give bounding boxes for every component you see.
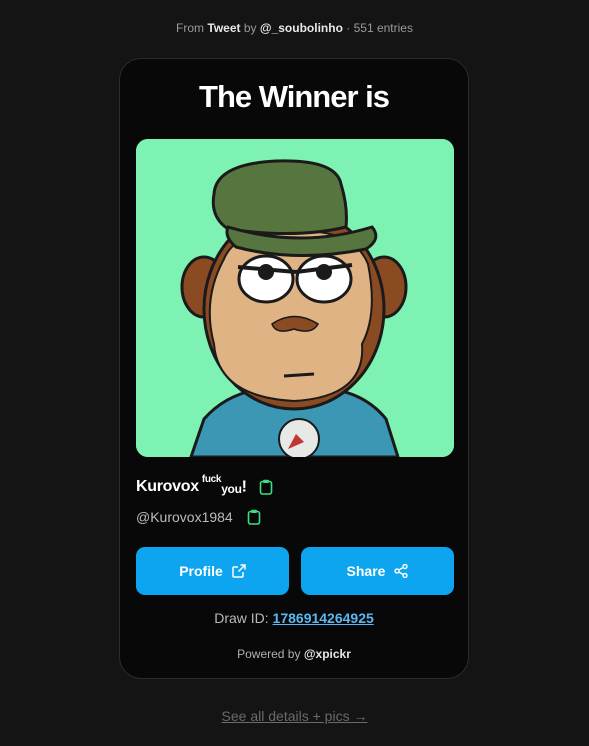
- winner-handle-row: @Kurovox1984: [136, 509, 261, 525]
- source-entries: 551 entries: [353, 21, 413, 35]
- winner-name-sub: you: [221, 482, 242, 497]
- copy-icon: [259, 479, 272, 495]
- winner-display-name: Kurovox: [136, 477, 199, 495]
- profile-button-label: Profile: [179, 563, 223, 579]
- source-tweet-link[interactable]: Tweet: [207, 21, 240, 35]
- winner-handle: @Kurovox1984: [136, 509, 233, 525]
- source-by: by: [243, 21, 257, 35]
- winner-card: The Winner is Kurovox fuckyou! @Kurovox1…: [119, 58, 469, 679]
- source-from: From: [176, 21, 205, 35]
- share-icon: [394, 564, 409, 578]
- share-button[interactable]: Share: [301, 547, 454, 595]
- draw-id-label: Draw ID:: [214, 610, 269, 626]
- draw-id-line: Draw ID: 1786914264925: [120, 610, 468, 626]
- share-button-label: Share: [346, 563, 386, 579]
- source-separator: ·: [346, 21, 351, 35]
- monkey-avatar-image: [136, 139, 454, 457]
- powered-by-line: Powered by @xpickr: [120, 647, 468, 661]
- external-link-icon: [232, 564, 246, 578]
- winner-name-sup: fuck: [201, 474, 222, 485]
- source-author[interactable]: @_soubolinho: [260, 21, 343, 35]
- copy-handle-button[interactable]: [247, 509, 261, 525]
- powered-by-label: Powered by: [237, 647, 301, 661]
- source-line: From Tweet by @_soubolinho · 551 entries: [0, 21, 589, 35]
- winner-name-row: Kurovox fuckyou!: [136, 474, 273, 497]
- see-details-link[interactable]: See all details + pics →: [0, 708, 589, 724]
- copy-icon: [247, 509, 261, 525]
- powered-by-brand[interactable]: @xpickr: [304, 647, 351, 661]
- winner-name-suffix: !: [241, 478, 247, 496]
- copy-name-button[interactable]: [259, 479, 273, 495]
- winner-avatar: [136, 139, 454, 457]
- profile-button[interactable]: Profile: [136, 547, 289, 595]
- draw-id-link[interactable]: 1786914264925: [273, 610, 374, 626]
- card-title: The Winner is: [199, 79, 390, 114]
- winner-name-emoji-text: fuckyou!: [201, 474, 247, 497]
